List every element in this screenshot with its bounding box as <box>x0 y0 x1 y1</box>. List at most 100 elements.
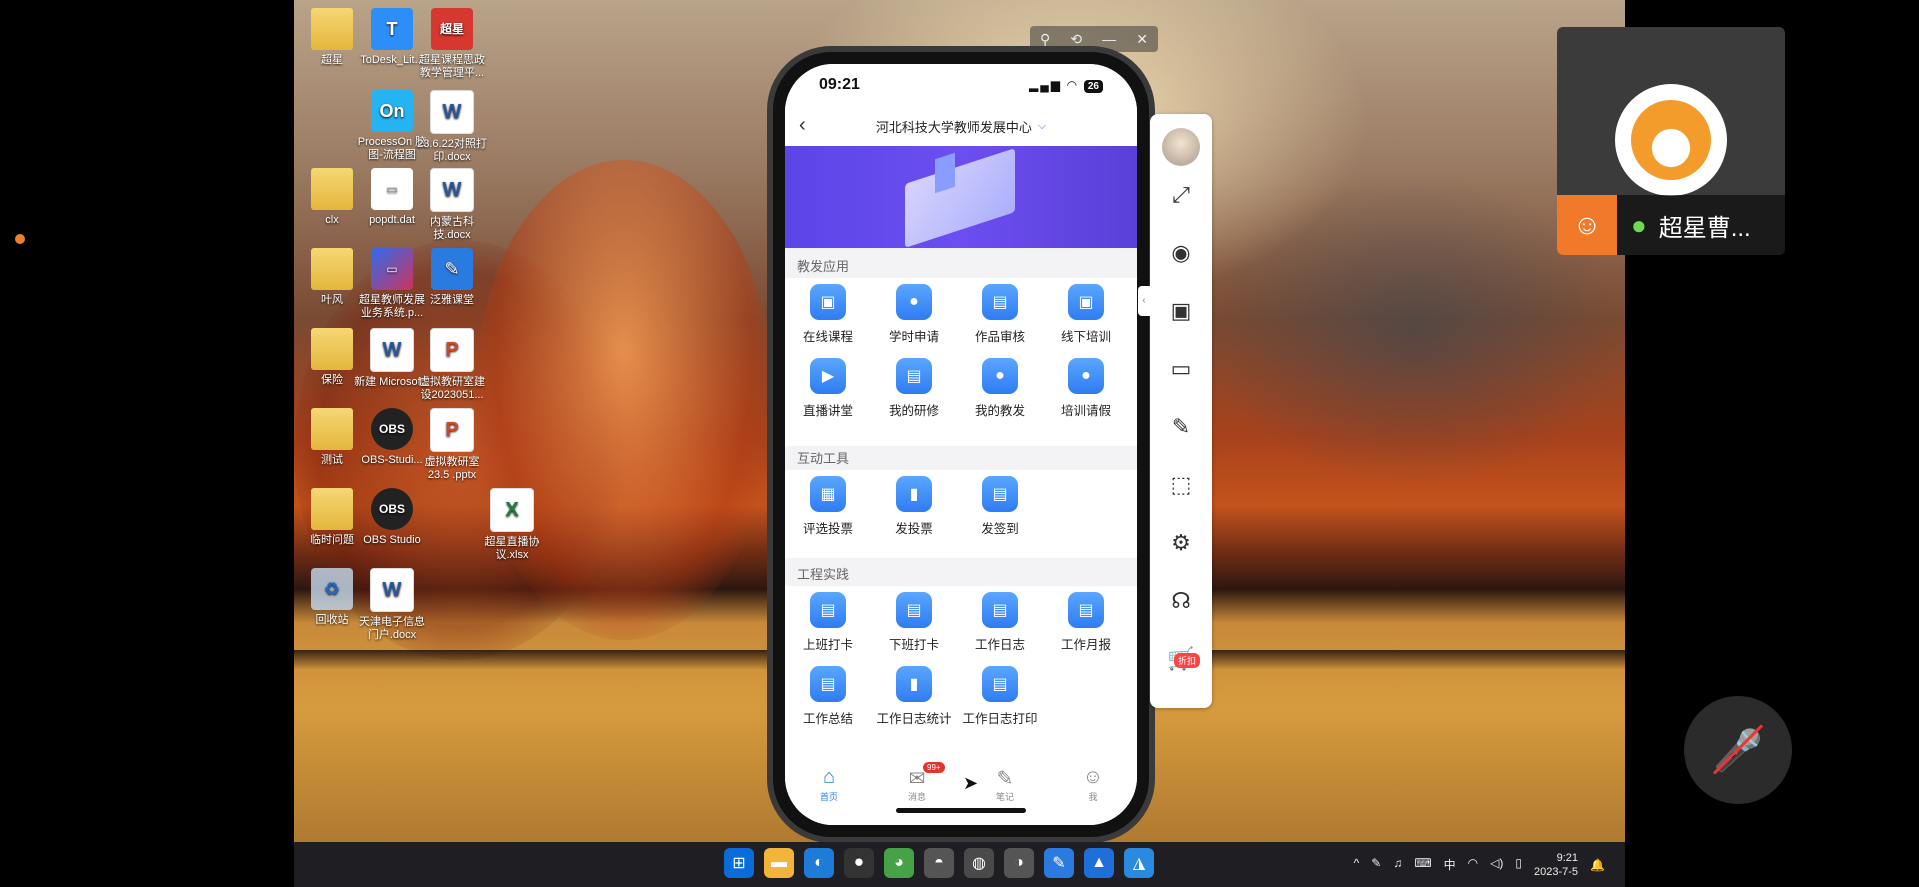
app-tile[interactable]: ▤ 我的研修 <box>871 352 957 426</box>
close-icon[interactable]: ✕ <box>1136 31 1148 48</box>
app-tile[interactable]: ● 我的教发 <box>957 352 1043 426</box>
status-time: 09:21 <box>819 76 860 93</box>
app-tile[interactable]: ▶ 直播讲堂 <box>785 352 871 426</box>
annotate-icon[interactable]: ✎ <box>1150 414 1212 440</box>
excel-file-icon: X <box>490 488 534 532</box>
gear-icon[interactable]: ⚙ <box>1150 530 1212 556</box>
tray-icon[interactable]: ⌨ <box>1414 856 1431 873</box>
desktop-icon[interactable]: 超星 超星课程思政教学管理平... <box>414 8 490 80</box>
taskbar-app-icon[interactable]: ◕ <box>884 848 914 878</box>
app-tile[interactable]: ▤ 作品审核 <box>957 278 1043 352</box>
tab-label: 我 <box>1088 792 1098 802</box>
taskbar-app-icon[interactable]: ▲ <box>1084 848 1114 878</box>
taskbar-app-icon[interactable]: ◑ <box>1004 848 1034 878</box>
page-title[interactable]: 河北科技大学教师发展中心 <box>876 117 1032 136</box>
app-tile[interactable]: ▤ 发签到 <box>957 470 1043 544</box>
participant-avatar <box>1615 84 1727 196</box>
tab-3[interactable]: ☺ 我 <box>1049 756 1137 825</box>
app-tile[interactable]: ▮ 工作日志统计 <box>871 660 957 734</box>
desktop-icon[interactable]: W 23.6.22对照打印.docx <box>414 90 490 164</box>
taskbar-app-icon[interactable]: ◮ <box>1124 848 1154 878</box>
app-icon: ▮ <box>896 666 932 702</box>
collapse-handle[interactable]: ‹ <box>1138 286 1150 316</box>
status-icons: ▂▄▆ ◠ 26 <box>1029 78 1103 93</box>
taskbar-app-icon[interactable]: ◍ <box>964 848 994 878</box>
app-tile[interactable]: ▤ 工作日志 <box>957 586 1043 660</box>
app-icon: ▤ <box>982 666 1018 702</box>
desktop-icon[interactable]: P 虚拟教研室建设2023051... <box>414 328 490 402</box>
ppt-file-icon: P <box>430 408 474 452</box>
tray-icon[interactable]: ◠ <box>1468 856 1478 873</box>
app-tile[interactable]: ▤ 下班打卡 <box>871 586 957 660</box>
desktop-icon[interactable]: X 超星直播协议.xlsx <box>474 488 550 562</box>
desktop-icon[interactable]: W 内蒙古科技.docx <box>414 168 490 242</box>
tab-0[interactable]: ⌂ 首页 <box>785 756 873 825</box>
app-tile[interactable]: ▣ 线下培训 <box>1043 278 1129 352</box>
phone-mirror: 09:21 ▂▄▆ ◠ 26 ‹ 河北科技大学教师发展中心 ⌵ 教发应用 ▣ 在线… <box>773 52 1149 837</box>
headset-icon[interactable]: ☊ <box>1150 588 1212 614</box>
app-icon: ▤ <box>810 666 846 702</box>
hero-banner[interactable] <box>785 146 1137 248</box>
taskbar-app-icon[interactable]: ⊞ <box>724 848 754 878</box>
tray-icon[interactable]: ♫ <box>1393 856 1402 873</box>
app-icon: ▤ <box>810 592 846 628</box>
taskbar-app-icon[interactable]: ◐ <box>804 848 834 878</box>
notification-icon[interactable]: 🔔 <box>1590 858 1605 872</box>
home-indicator <box>896 808 1026 813</box>
pin-icon[interactable]: ⚲ <box>1040 31 1050 48</box>
app-tile[interactable]: ▦ 评选投票 <box>785 470 871 544</box>
desktop-icon-label: 内蒙古科技.docx <box>430 216 474 241</box>
tray-icon[interactable]: ▯ <box>1515 856 1522 873</box>
screen-share-icon[interactable]: ▭ <box>1150 356 1212 382</box>
app-label: 工作日志打印 <box>962 712 1038 726</box>
tray-icon[interactable]: 中 <box>1444 856 1456 873</box>
mute-button[interactable]: 🎤 <box>1684 696 1792 804</box>
clock[interactable]: 9:21 2023-7-5 <box>1534 851 1578 879</box>
camera-icon[interactable]: ◉ <box>1150 240 1212 266</box>
app-grid-gongcheng: ▤ 上班打卡 ▤ 下班打卡 ▤ 工作日志 ▤ 工作月报 ▤ 工作总结 ▮ 工作日志统计 ▤ 工作日志打印 <box>785 586 1137 734</box>
app-label: 上班打卡 <box>802 638 853 652</box>
app-label: 作品审核 <box>974 330 1025 344</box>
avatar[interactable] <box>1162 128 1200 166</box>
app-icon: ▦ <box>810 476 846 512</box>
app-icon: ▶ <box>810 358 846 394</box>
fullscreen-icon[interactable]: ⤢ <box>1150 182 1212 208</box>
desktop-icon[interactable]: ✎ 泛雅课堂 <box>414 248 490 307</box>
tab-label: 消息 <box>907 792 926 802</box>
taskbar-app-icon[interactable]: ◓ <box>924 848 954 878</box>
region-select-icon[interactable]: ⬚ <box>1150 472 1212 498</box>
tray-icon[interactable]: ^ <box>1354 856 1360 873</box>
app-tile[interactable]: ▮ 发投票 <box>871 470 957 544</box>
tray-icon[interactable]: ✎ <box>1371 856 1381 873</box>
video-tile[interactable]: ☺ ● 超星曹... <box>1557 27 1785 255</box>
system-tray: ^ ✎ ♫ ⌨ 中 ◠ ◁) ▯ 9:21 2023-7-5 🔔 <box>1354 842 1605 887</box>
app-icon: ▤ <box>982 476 1018 512</box>
record-icon[interactable]: ▣ <box>1150 298 1212 324</box>
back-icon[interactable]: ‹ <box>799 114 806 137</box>
taskbar-app-icon[interactable]: ⚫ <box>844 848 874 878</box>
chevron-down-icon[interactable]: ⌵ <box>1038 120 1046 133</box>
app-tile[interactable]: ▤ 工作总结 <box>785 660 871 734</box>
app-tile[interactable]: ● 培训请假 <box>1043 352 1129 426</box>
user-icon: ☺ <box>1557 195 1617 255</box>
folder-icon <box>311 488 353 530</box>
app-tile[interactable]: ▤ 工作月报 <box>1043 586 1129 660</box>
app-tile[interactable]: ● 学时申请 <box>871 278 957 352</box>
app-tile[interactable]: ▣ 在线课程 <box>785 278 871 352</box>
cart-badge: 折扣 <box>1174 653 1201 668</box>
app-grid-jiaofa: ▣ 在线课程 ● 学时申请 ▤ 作品审核 ▣ 线下培训 ▶ 直播讲堂 ▤ 我的研修 ● 我的教发 ● 培训请假 <box>785 278 1137 426</box>
desktop-icon[interactable]: P 虚拟教研室23.5 .pptx <box>414 408 490 482</box>
desktop-icon[interactable]: W 天津电子信息门户.docx <box>354 568 430 642</box>
taskbar-app-icon[interactable]: ✎ <box>1044 848 1074 878</box>
tab-1[interactable]: ✉ 消息 99+ <box>873 756 961 825</box>
restore-icon[interactable]: ⟲ <box>1070 31 1082 48</box>
tray-icon[interactable]: ◁) <box>1490 856 1503 873</box>
minimize-icon[interactable]: — <box>1102 31 1116 47</box>
desktop-icon[interactable]: OBS OBS Studio <box>354 488 430 547</box>
folder-icon <box>311 8 353 50</box>
app-tile[interactable]: ▤ 上班打卡 <box>785 586 871 660</box>
folder-icon <box>311 408 353 450</box>
taskbar-app-icon[interactable]: ▬ <box>764 848 794 878</box>
tab-icon: ✉ <box>908 768 926 790</box>
app-tile[interactable]: ▤ 工作日志打印 <box>957 660 1043 734</box>
